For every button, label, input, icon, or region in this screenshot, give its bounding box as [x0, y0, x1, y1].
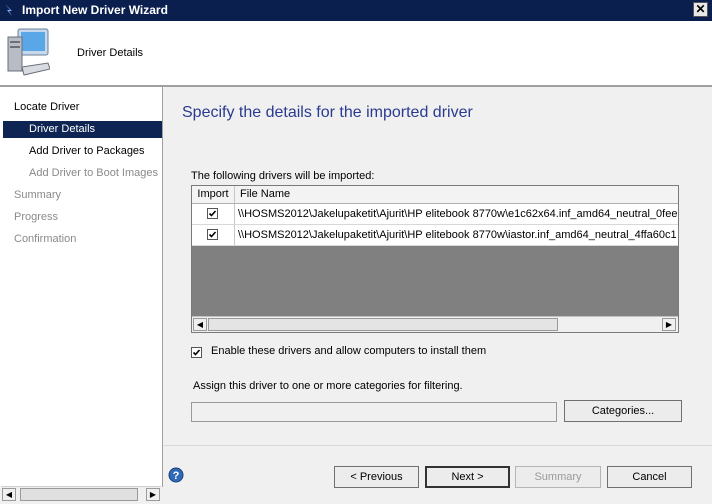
scrollbar-thumb[interactable]: [208, 318, 558, 331]
title-bar: Import New Driver Wizard ✕: [0, 0, 712, 21]
list-item[interactable]: \\HOSMS2012\Jakelupaketit\Ajurit\HP elit…: [192, 204, 678, 225]
scroll-left-icon[interactable]: ◀: [2, 488, 16, 501]
scrollbar-thumb[interactable]: [20, 488, 138, 501]
categories-field: [191, 402, 557, 422]
step-add-driver-to-boot-images[interactable]: Add Driver to Boot Images: [3, 165, 162, 182]
column-header-import[interactable]: Import: [192, 186, 235, 203]
drivers-list-label: The following drivers will be imported:: [191, 170, 375, 182]
previous-button[interactable]: < Previous: [334, 466, 419, 488]
step-label: Confirmation: [14, 233, 77, 245]
summary-button[interactable]: Summary: [515, 466, 601, 488]
page-title: Specify the details for the imported dri…: [182, 104, 473, 121]
enable-drivers-label[interactable]: Enable these drivers and allow computers…: [211, 345, 486, 357]
file-name: \\HOSMS2012\Jakelupaketit\Ajurit\HP elit…: [238, 208, 678, 220]
scroll-right-icon[interactable]: ▶: [662, 318, 676, 331]
column-header-file-name[interactable]: File Name: [240, 186, 290, 203]
import-cell: [192, 225, 235, 245]
scroll-left-icon[interactable]: ◀: [193, 318, 207, 331]
footer-separator: [164, 445, 712, 446]
sidebar-horizontal-scrollbar[interactable]: ◀ ▶: [1, 486, 161, 503]
step-label: Progress: [14, 211, 59, 223]
step-label: Locate Driver: [14, 101, 80, 113]
step-summary[interactable]: Summary: [3, 187, 162, 204]
list-item[interactable]: \\HOSMS2012\Jakelupaketit\Ajurit\HP elit…: [192, 225, 678, 246]
file-name: \\HOSMS2012\Jakelupaketit\Ajurit\HP elit…: [238, 229, 677, 241]
step-label: Summary: [14, 189, 62, 201]
computer-monitor-icon: [7, 28, 50, 76]
categories-button[interactable]: Categories...: [564, 400, 682, 422]
step-label: Driver Details: [29, 123, 96, 135]
close-icon: ✕: [695, 2, 706, 16]
cancel-button[interactable]: Cancel: [607, 466, 692, 488]
list-horizontal-scrollbar[interactable]: ◀ ▶: [192, 316, 678, 332]
checkmark-icon: [192, 349, 201, 356]
window-title: Import New Driver Wizard: [22, 3, 168, 17]
checkmark-icon: [208, 231, 217, 238]
step-label: Add Driver to Boot Images: [29, 167, 159, 179]
scroll-right-icon[interactable]: ▶: [146, 488, 160, 501]
header-title: Driver Details: [77, 47, 144, 59]
enable-drivers-checkbox[interactable]: [191, 347, 202, 358]
wizard-app-icon: [5, 4, 12, 16]
checkmark-icon: [208, 210, 217, 217]
main-panel: Specify the details for the imported dri…: [164, 87, 712, 488]
next-button[interactable]: Next >: [425, 466, 510, 488]
step-label: Add Driver to Packages: [29, 145, 145, 157]
import-cell: [192, 204, 235, 224]
wizard-steps-sidebar: Locate Driver Driver Details Add Driver …: [0, 87, 163, 503]
step-progress[interactable]: Progress: [3, 209, 162, 226]
svg-text:?: ?: [173, 470, 180, 482]
drivers-list[interactable]: Import File Name \\HOSMS2012\Jakelupaket…: [191, 185, 679, 333]
wizard-header: Driver Details: [0, 21, 712, 85]
close-button[interactable]: ✕: [693, 2, 708, 17]
step-locate-driver[interactable]: Locate Driver: [3, 99, 162, 116]
import-checkbox[interactable]: [207, 229, 218, 240]
help-icon[interactable]: ?: [168, 467, 184, 483]
import-checkbox[interactable]: [207, 208, 218, 219]
step-driver-details[interactable]: Driver Details: [3, 121, 162, 138]
step-add-driver-to-packages[interactable]: Add Driver to Packages: [3, 143, 162, 160]
assign-categories-label: Assign this driver to one or more catego…: [193, 380, 463, 392]
list-header: Import File Name: [192, 186, 678, 204]
step-confirmation[interactable]: Confirmation: [3, 231, 162, 248]
